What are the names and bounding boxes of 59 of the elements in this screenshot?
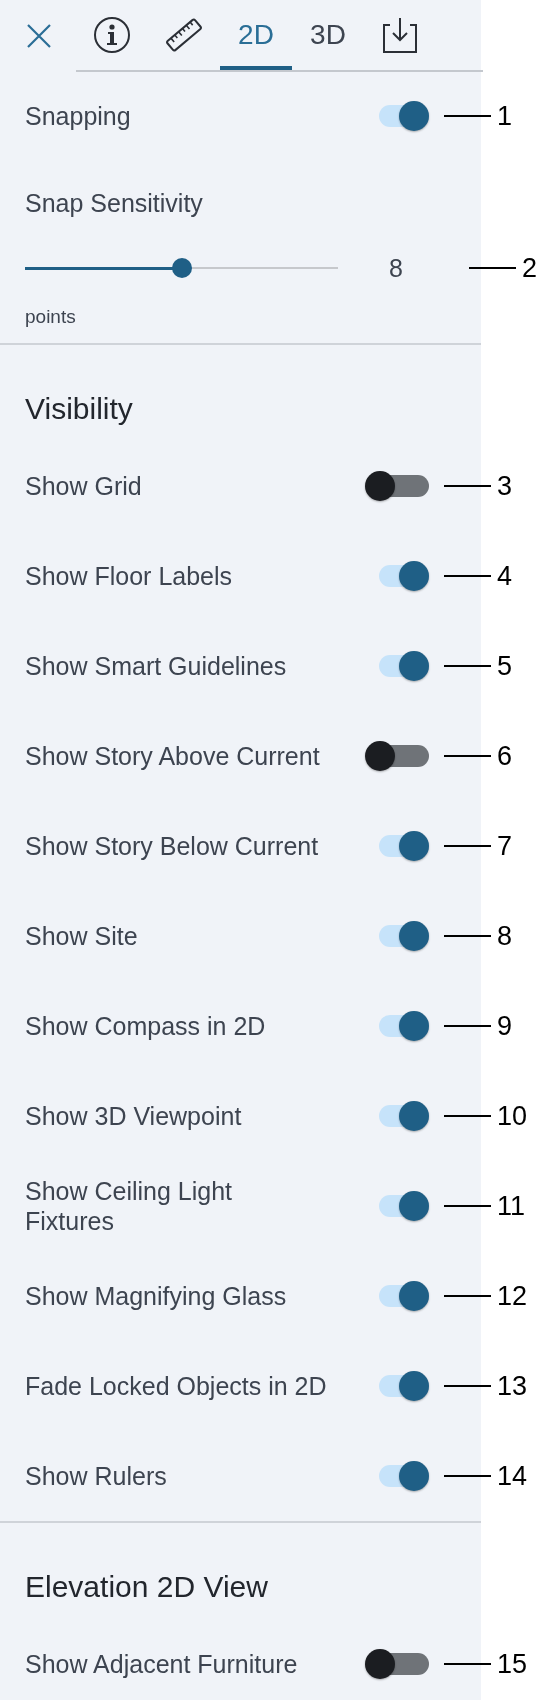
setting-label: Show Story Below Current (24, 831, 320, 861)
callout-number: 3 (497, 471, 513, 501)
callout-number: 6 (497, 741, 513, 771)
toggle-switch[interactable] (365, 1648, 429, 1680)
callout-number: 15 (497, 1649, 528, 1679)
leader-line (444, 1115, 491, 1117)
callout-number: 9 (497, 1011, 513, 1041)
callout-number: 13 (497, 1371, 528, 1401)
leader-line (444, 1385, 491, 1387)
section-title: Elevation 2D View (24, 1569, 269, 1605)
leader-line (444, 755, 491, 757)
callout-number: 2 (522, 253, 538, 283)
unit-label: points (24, 305, 77, 329)
close-icon (26, 23, 52, 49)
toggle-switch[interactable] (365, 740, 429, 772)
leader-line (444, 1025, 491, 1027)
tab[interactable]: 2D (220, 0, 292, 70)
setting-label: Show Rulers (24, 1461, 168, 1491)
leader-line (444, 665, 491, 667)
callout-number: 11 (497, 1191, 526, 1221)
leader-line (444, 845, 491, 847)
setting-label: Snap Sensitivity (24, 188, 204, 218)
setting-label: Show Ceiling Light Fixtures (24, 1176, 234, 1236)
leader-line (444, 485, 491, 487)
setting-label: Show Site (24, 921, 139, 951)
callout-number: 14 (497, 1461, 528, 1491)
callout-number: 1 (497, 101, 513, 131)
callout-number: 7 (497, 831, 513, 861)
setting-label: Show Grid (24, 471, 143, 501)
leader-line (444, 1295, 491, 1297)
setting-label: Show Floor Labels (24, 561, 234, 591)
leader-line (444, 575, 491, 577)
tab[interactable]: 3D (292, 0, 364, 70)
info-icon (93, 16, 131, 54)
leader-line (444, 1663, 491, 1665)
section-title: Visibility (24, 391, 134, 427)
setting-label: Fade Locked Objects in 2D (24, 1371, 328, 1401)
setting-label: Show Smart Guidelines (24, 651, 288, 681)
callout-number: 8 (497, 921, 513, 951)
setting-label: Show Adjacent Furniture (24, 1649, 299, 1679)
callout-number: 5 (497, 651, 513, 681)
callout-number: 12 (497, 1281, 528, 1311)
setting-label: Show Story Above Current (24, 741, 321, 771)
leader-line (444, 1205, 491, 1207)
setting-label: Show Magnifying Glass (24, 1281, 288, 1311)
ruler-icon (165, 16, 203, 54)
download-icon (382, 16, 418, 54)
leader-line (444, 115, 491, 117)
toggle-switch[interactable] (365, 470, 429, 502)
slider-value: 8 (388, 253, 404, 283)
setting-label: Snapping (24, 101, 132, 131)
setting-label: Show Compass in 2D (24, 1011, 267, 1041)
setting-label: Show 3D Viewpoint (24, 1101, 243, 1131)
leader-line (444, 1475, 491, 1477)
callout-number: 10 (497, 1101, 528, 1131)
callout-number: 4 (497, 561, 513, 591)
leader-line (444, 935, 491, 937)
slider[interactable] (25, 258, 338, 278)
leader-line (469, 267, 516, 269)
